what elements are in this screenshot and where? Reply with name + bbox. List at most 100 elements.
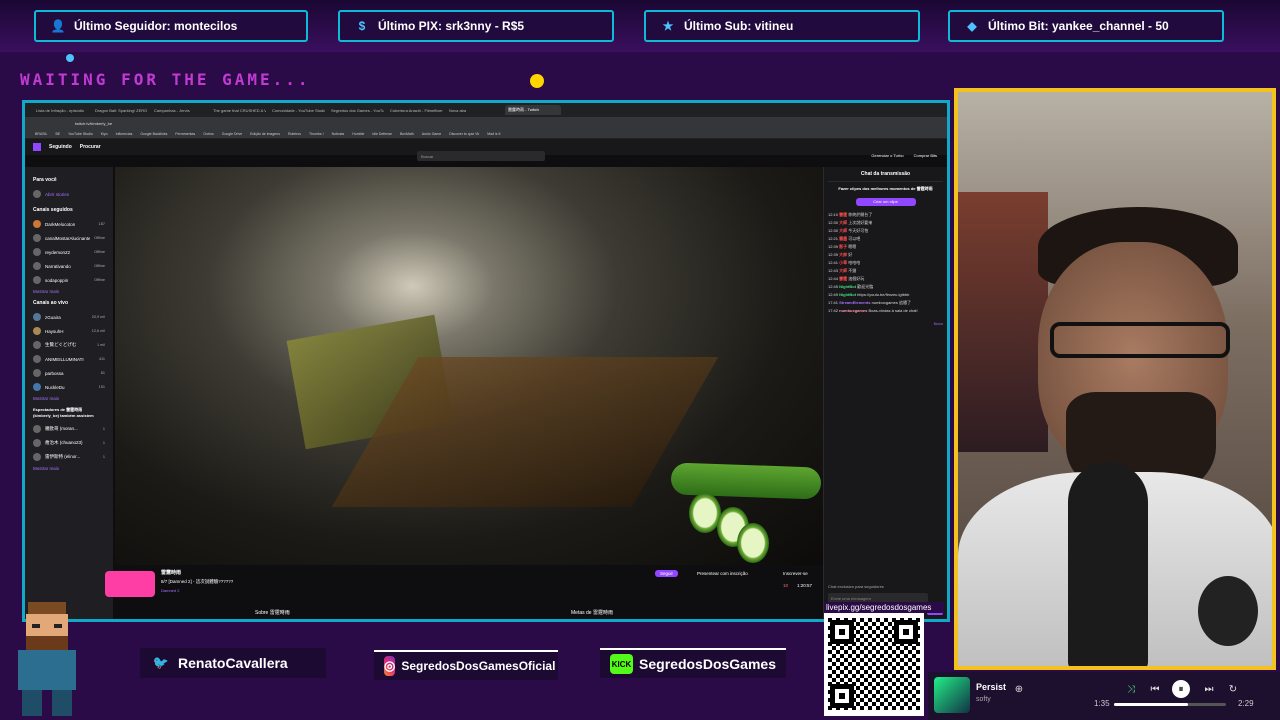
msg-user[interactable]: 雲墨 (839, 236, 847, 241)
bookmark[interactable]: BRASIL (35, 132, 47, 136)
show-more-link[interactable]: Mostrar mais (33, 289, 105, 294)
instagram-icon: ◎ (384, 656, 396, 676)
social-instagram[interactable]: ◎ SegredosDosGamesOficial (374, 650, 558, 680)
twitch-logo-icon[interactable] (33, 143, 41, 151)
bookmark[interactable]: Roteiros (288, 132, 301, 136)
browser-tab[interactable]: Nova aba (446, 105, 502, 115)
msg-user[interactable]: 大師 (839, 268, 847, 273)
sidebar-channel-item[interactable]: parbossa 81 (33, 366, 105, 380)
sidebar-channel-item[interactable]: 雷伊斯特 (elinor... 1 (33, 450, 105, 464)
msg-user[interactable]: 大師 (839, 228, 847, 233)
browser-tab[interactable]: Comunidade - YouTube Studio (269, 105, 325, 115)
bookmark[interactable]: Google Drive (222, 132, 242, 136)
chat-message: 17:41 StreamElements numbuxgames 追隨了 (828, 300, 943, 305)
next-icon[interactable]: ⏭ (1200, 680, 1218, 698)
bookmark[interactable]: Notícias (332, 132, 345, 136)
browser-tab[interactable]: Segredos dos Games - YouTube (328, 105, 384, 115)
bookmark[interactable]: BoxMath (400, 132, 414, 136)
avatar (33, 453, 41, 461)
msg-time: 12:10 (828, 212, 839, 217)
stream-category[interactable]: Damned 2 (161, 588, 179, 593)
browser-tab[interactable]: Campanhas - Jervis (151, 105, 207, 115)
msg-user[interactable]: NightBot (839, 292, 856, 297)
new-messages-label[interactable]: Novo (828, 321, 943, 326)
bookmark[interactable]: Humble (352, 132, 364, 136)
bookmark[interactable]: Thumbs ! (309, 132, 324, 136)
sidebar-channel-item[interactable]: 喬治木 (chuano23) 1 (33, 436, 105, 450)
bookmark[interactable]: Kiyo (101, 132, 108, 136)
nav-browse[interactable]: Procurar (80, 144, 101, 150)
show-more-link[interactable]: Mostrar mais (33, 396, 105, 401)
bookmark[interactable]: Outros (203, 132, 214, 136)
sidebar-channel-item[interactable]: Narrativando Offline (33, 259, 105, 273)
gift-sub-button[interactable]: Presentear com inscrição (697, 571, 748, 576)
goals-tab[interactable]: Metas de 雷霆時雨 (571, 609, 613, 616)
msg-user[interactable]: numbuxgames (839, 308, 867, 313)
add-track-icon[interactable]: ⊕ (1010, 680, 1028, 698)
bookmark[interactable]: Edição de imagens (250, 132, 280, 136)
channel-name[interactable]: 雷霆時雨 (161, 569, 181, 576)
turbo-button[interactable]: Gerenciar o Turbo (871, 153, 903, 158)
about-tab[interactable]: Sobre 雷霆時雨 (255, 609, 290, 616)
msg-user[interactable]: 大帥 (839, 252, 847, 257)
bookmark[interactable]: YouTube Studio (68, 132, 93, 136)
msg-user[interactable]: 雷霆 (839, 212, 847, 217)
cucumber-slice (737, 523, 769, 563)
show-more-link[interactable]: Mostrar mais (33, 466, 105, 471)
sidebar-channel-item[interactable]: zGuaira 20,9 mil (33, 310, 105, 324)
channel-avatar[interactable] (105, 571, 155, 597)
msg-user[interactable]: 雷霆 (839, 276, 847, 281)
msg-user[interactable]: StreamElements (839, 300, 870, 305)
browser-tab-active[interactable]: 雷霆時雨 - Twitch (505, 105, 561, 115)
sidebar-channel-item[interactable]: DarkMelocoton 187 (33, 217, 105, 231)
alerts-bar: 👤 Último Seguidor: montecilos $ Último P… (0, 0, 1280, 52)
bookmark[interactable]: Influencias (116, 132, 133, 136)
sidebar-stories[interactable]: Abrir stories (33, 187, 105, 201)
bookmark[interactable]: Ferramentas (175, 132, 195, 136)
subscribe-button[interactable]: Inscrever-se (783, 571, 808, 576)
bookmark[interactable]: Mad is It (487, 132, 500, 136)
social-twitter[interactable]: 🐦 RenatoCavallera (140, 648, 326, 678)
video-player[interactable] (115, 167, 823, 565)
bookmark[interactable]: Anúlo Game (422, 132, 441, 136)
browser-tab[interactable]: Cobertura Anachi - Filmeflixer (387, 105, 443, 115)
sidebar-channel-item[interactable]: ANIMEILLUMINATI 411 (33, 352, 105, 366)
follow-button[interactable]: Seguir (655, 570, 679, 577)
sidebar-channel-item[interactable]: canalMostarAlucinante Offline (33, 231, 105, 245)
msg-text: 不錯 (848, 268, 857, 273)
msg-user[interactable]: 小草 (839, 260, 847, 265)
sidebar-channel-item[interactable]: NuckleDu 151 (33, 380, 105, 394)
pause-icon[interactable]: ⏸ (1172, 680, 1190, 698)
msg-text: 這個好玩 (848, 276, 865, 281)
sidebar-channel-item[interactable]: reydemon22 Offline (33, 245, 105, 259)
social-kick[interactable]: KICK SegredosDosGames (600, 648, 786, 678)
browser-tab[interactable]: Lista de Infração - episódio (33, 105, 89, 115)
browser-tab[interactable]: Dragon Ball: Sparking! ZERO (92, 105, 148, 115)
bookmark[interactable]: Idle Defense (372, 132, 392, 136)
msg-user[interactable]: 影子 (839, 244, 847, 249)
msg-user[interactable]: 大師 (839, 220, 847, 225)
msg-user[interactable]: NightBot (839, 284, 856, 289)
sidebar-channel-item[interactable]: sodapoppin Offline (33, 273, 105, 287)
bookmark[interactable]: Discover to quiz Vk (449, 132, 479, 136)
avatar (33, 341, 41, 349)
sidebar-channel-item[interactable]: 生贄どぐどげむ 1 mil (33, 338, 105, 352)
avatar (33, 313, 41, 321)
bookmark[interactable]: Google Backlinks (140, 132, 167, 136)
create-clip-button[interactable]: Criar um clipe (855, 198, 916, 206)
sidebar-channel-item[interactable]: HaysuhH 12,6 mil (33, 324, 105, 338)
shuffle-icon[interactable]: ⤨ (1122, 680, 1140, 698)
repeat-icon[interactable]: ↻ (1224, 680, 1242, 698)
previous-icon[interactable]: ⏮ (1146, 680, 1164, 698)
channel-viewers: 81 (100, 371, 105, 375)
address-bar[interactable]: twitch.tv/kimberly_be (25, 117, 947, 129)
bookmark[interactable]: BE (55, 132, 60, 136)
nav-following[interactable]: Seguindo (49, 144, 72, 150)
progress-bar[interactable] (1114, 703, 1226, 706)
buy-bits-button[interactable]: Comprar Bits (914, 153, 937, 158)
sidebar-channel-item[interactable]: 羅歐哥 (moran... 1 (33, 422, 105, 436)
twitch-search-input[interactable]: Buscar (417, 151, 545, 161)
channel-name: sodapoppin (45, 277, 69, 283)
album-art (934, 677, 970, 713)
browser-tab[interactable]: The game that CRUSHED A VR (210, 105, 266, 115)
